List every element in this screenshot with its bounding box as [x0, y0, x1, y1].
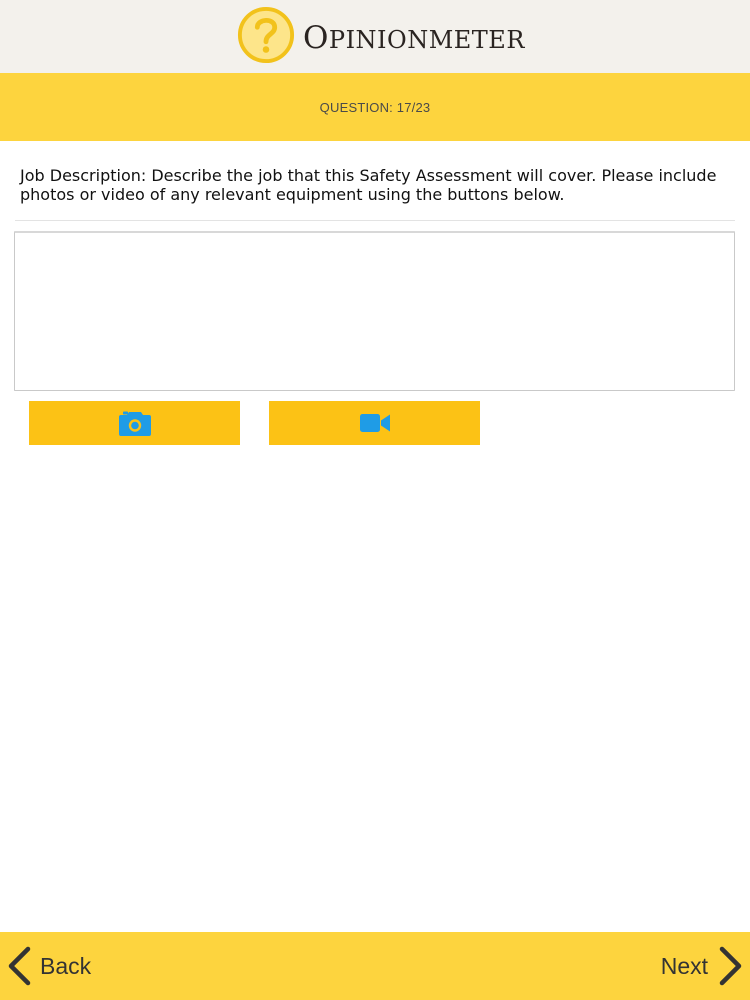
navigation-footer: Back Next [0, 932, 750, 1000]
divider [15, 220, 735, 221]
question-counter: QUESTION: 17/23 [319, 99, 431, 115]
logo-wordmark-initial: O [303, 19, 329, 56]
question-mark-logo-icon [237, 6, 295, 64]
answer-textarea[interactable] [14, 231, 735, 391]
camera-icon [118, 411, 151, 436]
app-header: OPINIONMETER [0, 0, 750, 73]
video-camera-icon [359, 414, 390, 432]
add-video-button[interactable] [269, 401, 480, 445]
question-text: Job Description: Describe the job that t… [20, 166, 717, 204]
chevron-left-icon [8, 946, 31, 986]
question-progress-band: QUESTION: 17/23 [0, 73, 750, 141]
opinionmeter-logo: OPINIONMETER [237, 5, 525, 65]
next-button-label: Next [660, 952, 708, 979]
back-button-label: Back [40, 952, 92, 979]
back-button[interactable]: Back [6, 932, 91, 1000]
chevron-right-icon [719, 946, 742, 986]
next-button[interactable]: Next [661, 932, 744, 1000]
logo-wordmark-rest: PINIONMETER [328, 25, 525, 54]
logo-wordmark: OPINIONMETER [303, 17, 525, 54]
survey-page: OPINIONMETER QUESTION: 17/23 Job Descrip… [0, 0, 750, 1000]
add-photo-button[interactable] [29, 401, 240, 445]
